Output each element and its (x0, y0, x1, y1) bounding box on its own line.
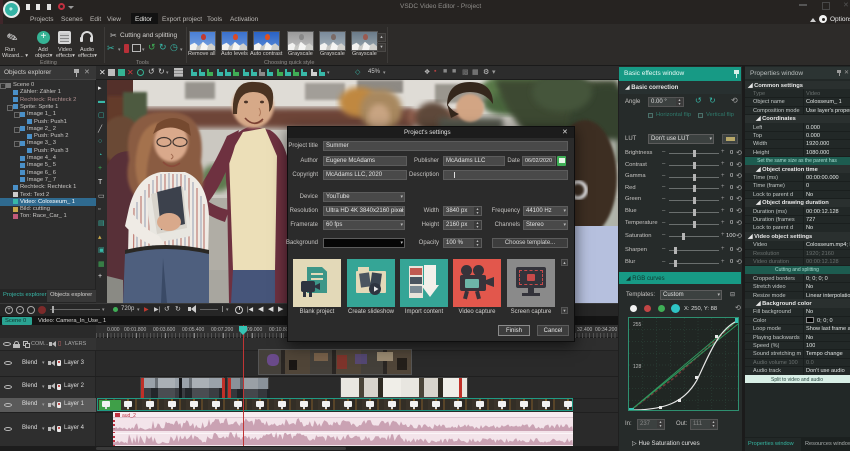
svg-text:255: 255 (633, 322, 642, 328)
svg-text:128: 128 (633, 364, 642, 370)
